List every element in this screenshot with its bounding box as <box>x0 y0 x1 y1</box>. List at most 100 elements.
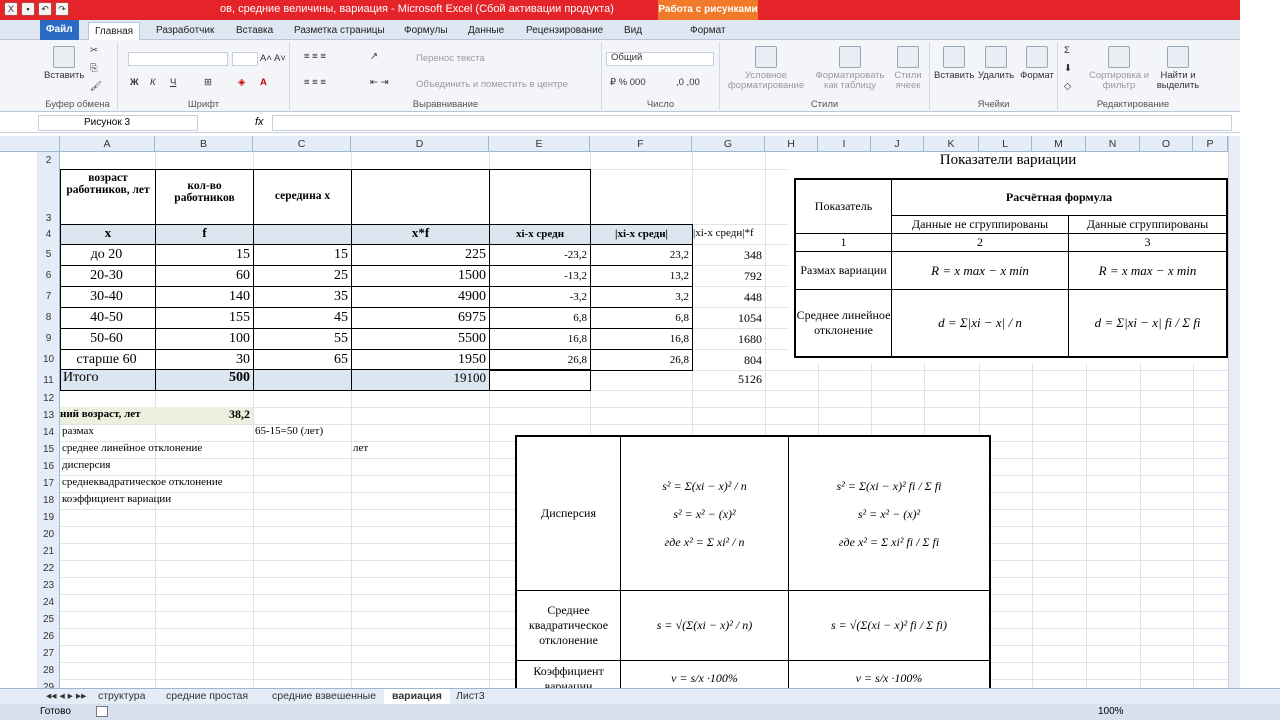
font-color-icon[interactable]: A <box>260 78 267 88</box>
table-cell[interactable]: 140 <box>155 286 254 308</box>
total-c[interactable] <box>253 369 352 391</box>
tab-format[interactable]: Формат <box>684 22 732 40</box>
column-header[interactable]: G <box>692 136 765 152</box>
stddev-label[interactable]: среднеквадратическое отклонение <box>62 475 223 488</box>
table-cell[interactable]: 13,2 <box>590 265 693 287</box>
autosum-icon[interactable]: Σ <box>1064 46 1070 56</box>
align-left-icon[interactable]: ≡ ≡ ≡ <box>304 78 326 88</box>
total-count[interactable]: 500 <box>155 369 254 391</box>
fill-color-icon[interactable]: ◈ <box>238 78 245 88</box>
column-header[interactable]: P <box>1193 136 1228 152</box>
table-cell[interactable]: 3,2 <box>590 286 693 308</box>
table-cell[interactable]: 5500 <box>351 328 490 350</box>
table-cell[interactable]: 1500 <box>351 265 490 287</box>
select-all[interactable] <box>37 136 60 152</box>
header-age[interactable]: возраст работников, лет <box>60 169 156 225</box>
number-format-select[interactable]: Общий <box>606 52 714 66</box>
row-header[interactable]: 24 <box>37 594 59 611</box>
table-cell[interactable]: 65 <box>253 349 352 371</box>
sheet-tab[interactable]: структура <box>90 689 153 704</box>
sheet-tab[interactable]: средние простая <box>158 689 256 704</box>
name-box[interactable]: Рисунок 3 <box>38 115 198 131</box>
row-header[interactable]: 9 <box>37 328 59 349</box>
table-cell[interactable]: до 20 <box>60 244 156 266</box>
tab-insert[interactable]: Вставка <box>230 22 279 40</box>
header-empty[interactable] <box>489 169 591 225</box>
currency-icon[interactable]: ₽ % 000 <box>610 78 646 88</box>
table-cell[interactable]: 100 <box>155 328 254 350</box>
column-header[interactable]: E <box>489 136 590 152</box>
tab-data[interactable]: Данные <box>462 22 510 40</box>
cut-icon[interactable]: ✂ <box>90 46 98 56</box>
row-header[interactable]: 26 <box>37 628 59 645</box>
redo-icon[interactable]: ↷ <box>55 2 69 16</box>
tab-page-layout[interactable]: Разметка страницы <box>288 22 391 40</box>
column-header[interactable]: L <box>979 136 1032 152</box>
mean-age-value[interactable]: 38,2 <box>155 407 253 424</box>
font-name-input[interactable] <box>128 52 228 66</box>
merge-center-button[interactable]: Объединить и поместить в центре <box>416 80 568 90</box>
row-header[interactable]: 16 <box>37 458 59 475</box>
picture-variation-indicators[interactable]: Показатели вариации Показатель Расчётная … <box>788 152 1228 364</box>
table-cell[interactable]: 30-40 <box>60 286 156 308</box>
format-cells-button[interactable]: Формат <box>1018 46 1056 81</box>
total-label[interactable]: Итого <box>60 369 156 391</box>
row-header[interactable]: 10 <box>37 349 59 370</box>
table-cell[interactable]: 6,8 <box>489 307 591 329</box>
column-header[interactable]: J <box>871 136 924 152</box>
sheet-nav-icon[interactable]: ◂◂ ◂ ▸ ▸▸ <box>38 689 94 704</box>
picture-dispersion[interactable]: Дисперсия s² = Σ(xi − x)² / n s² = x² − … <box>515 435 991 690</box>
mad-value[interactable] <box>253 441 349 442</box>
total-xf[interactable]: 19100 <box>351 369 490 391</box>
row-header[interactable]: 11 <box>37 370 59 390</box>
table-cell[interactable]: старше 60 <box>60 349 156 371</box>
sort-filter-button[interactable]: Сортировка и фильтр <box>1088 46 1150 91</box>
underline-button[interactable]: Ч <box>170 78 176 88</box>
fx-icon[interactable]: fx <box>255 116 264 128</box>
header-count[interactable]: кол-во работников <box>155 169 254 225</box>
table-cell[interactable]: 35 <box>253 286 352 308</box>
table-cell[interactable]: 1950 <box>351 349 490 371</box>
tab-formulas[interactable]: Формулы <box>398 22 454 40</box>
sheet-tab[interactable]: Лист3 <box>448 689 493 704</box>
mad-label[interactable]: среднее линейное отклонение <box>62 441 202 454</box>
column-header[interactable]: H <box>765 136 818 152</box>
row-header[interactable]: 5 <box>37 244 59 265</box>
decimal-icon[interactable]: ,0 ,00 <box>676 78 700 88</box>
column-header[interactable]: N <box>1086 136 1140 152</box>
table-cell[interactable]: 26,8 <box>489 349 591 371</box>
tab-view[interactable]: Вид <box>618 22 648 40</box>
indent-icon[interactable]: ⇤ ⇥ <box>370 78 389 88</box>
table-cell[interactable]: 16,8 <box>590 328 693 350</box>
row-header[interactable]: 17 <box>37 475 59 492</box>
table-cell[interactable]: 448 <box>693 286 765 308</box>
table-cell[interactable]: 15 <box>253 244 352 266</box>
vertical-scrollbar[interactable] <box>1228 136 1240 688</box>
table-cell[interactable]: 45 <box>253 307 352 329</box>
row-header[interactable]: 18 <box>37 492 59 509</box>
table-cell[interactable]: 225 <box>351 244 490 266</box>
variance-label[interactable]: дисперсия <box>62 458 110 471</box>
row-header[interactable]: 6 <box>37 265 59 286</box>
cv-label[interactable]: коэффициент вариации <box>62 492 171 505</box>
paste-button[interactable]: Вставить <box>44 46 84 81</box>
find-select-button[interactable]: Найти и выделить <box>1152 46 1204 91</box>
align-top-icon[interactable]: ≡ ≡ ≡ <box>304 52 326 62</box>
column-header[interactable]: M <box>1032 136 1086 152</box>
range-label[interactable]: размах <box>62 424 94 437</box>
cell-dev[interactable]: xi-x средн <box>489 224 591 245</box>
cell-c4[interactable] <box>253 224 352 245</box>
table-cell[interactable]: 16,8 <box>489 328 591 350</box>
table-cell[interactable]: 55 <box>253 328 352 350</box>
save-icon[interactable]: ▪ <box>21 2 35 16</box>
header-empty[interactable] <box>351 169 490 225</box>
row-header[interactable]: 22 <box>37 560 59 577</box>
row-header[interactable]: 28 <box>37 662 59 679</box>
table-cell[interactable]: 50-60 <box>60 328 156 350</box>
table-cell[interactable]: 804 <box>693 349 765 371</box>
format-painter-icon[interactable]: 🖌 <box>90 82 102 92</box>
sheet-grid[interactable]: возраст работников, лет кол-во работнико… <box>60 152 1228 690</box>
tab-home[interactable]: Главная <box>88 22 141 40</box>
insert-cells-button[interactable]: Вставить <box>934 46 974 81</box>
table-cell[interactable]: 26,8 <box>590 349 693 371</box>
